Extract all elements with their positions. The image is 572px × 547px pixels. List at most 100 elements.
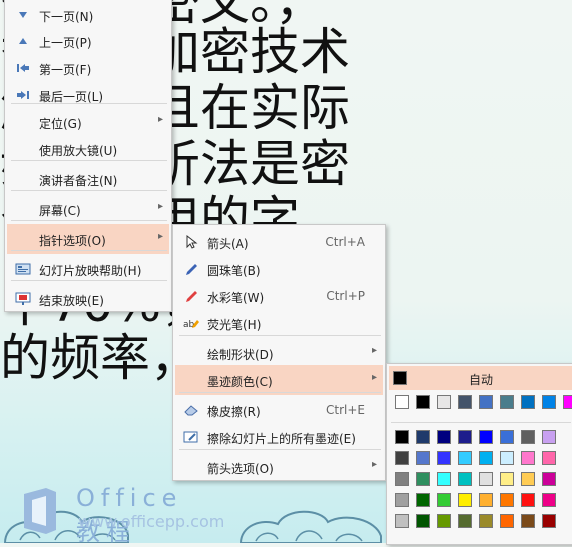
pointer-options-submenu: 箭头(A) Ctrl+A 圆珠笔(B) 水彩笔(W) Ctrl+P ab 荧光笔(H) 绘制形… <box>172 224 386 481</box>
menu-item-label: 结束放映(E) <box>39 294 104 308</box>
standard-color-swatch[interactable] <box>500 514 514 528</box>
submenu-arrow-icon: ▸ <box>371 345 377 356</box>
menu-separator <box>179 335 381 336</box>
standard-color-swatch[interactable] <box>521 472 535 486</box>
standard-color-swatch[interactable] <box>416 451 430 465</box>
theme-color-swatch[interactable] <box>395 395 409 409</box>
standard-color-swatch[interactable] <box>500 451 514 465</box>
pointer-menu-item-4[interactable]: 绘制形状(D) ▸ <box>175 338 383 368</box>
first-page-icon <box>15 61 31 75</box>
menu-item-label: 水彩笔(W) <box>207 291 265 305</box>
main-menu-item-4[interactable]: 定位(G) ▸ <box>7 107 169 137</box>
standard-color-swatch[interactable] <box>542 514 556 528</box>
ink-color-submenu: 自动 <box>386 363 572 545</box>
pointer-menu-item-1[interactable]: 圆珠笔(B) <box>175 254 383 284</box>
menu-separator <box>11 280 167 281</box>
standard-color-swatch[interactable] <box>395 472 409 486</box>
help-icon <box>15 262 31 276</box>
standard-color-swatch[interactable] <box>521 514 535 528</box>
standard-color-swatch[interactable] <box>458 451 472 465</box>
last-page-icon <box>15 88 31 102</box>
standard-color-swatch[interactable] <box>500 493 514 507</box>
submenu-arrow-icon: ▸ <box>371 372 377 383</box>
standard-color-swatch[interactable] <box>521 451 535 465</box>
standard-color-swatch[interactable] <box>437 430 451 444</box>
standard-color-swatch[interactable] <box>458 493 472 507</box>
highlighter-icon: ab <box>183 316 199 330</box>
standard-color-swatch[interactable] <box>458 472 472 486</box>
standard-color-swatch[interactable] <box>458 514 472 528</box>
menu-separator <box>11 250 167 251</box>
standard-color-swatch[interactable] <box>437 493 451 507</box>
pointer-menu-item-5[interactable]: 墨迹颜色(C) ▸ <box>175 365 383 395</box>
menu-separator <box>179 392 381 393</box>
submenu-arrow-icon: ▸ <box>157 231 163 242</box>
main-menu-item-2[interactable]: 第一页(F) <box>7 53 169 83</box>
theme-color-swatch[interactable] <box>500 395 514 409</box>
pointer-menu-item-7[interactable]: 擦除幻灯片上的所有墨迹(E) <box>175 422 383 452</box>
auto-color-swatch <box>393 371 407 385</box>
standard-color-swatch[interactable] <box>479 514 493 528</box>
standard-color-swatch[interactable] <box>479 493 493 507</box>
standard-color-swatch[interactable] <box>395 493 409 507</box>
standard-color-swatch[interactable] <box>542 451 556 465</box>
cloud-decoration-right <box>239 510 382 543</box>
menu-item-label: 箭头(A) <box>207 237 249 251</box>
auto-color-option[interactable]: 自动 <box>389 366 572 390</box>
standard-color-swatch[interactable] <box>521 493 535 507</box>
pointer-menu-item-0[interactable]: 箭头(A) Ctrl+A <box>175 227 383 257</box>
standard-color-swatch[interactable] <box>500 430 514 444</box>
standard-color-swatch[interactable] <box>395 430 409 444</box>
slideshow-context-menu: 下一页(N) 上一页(P) 第一页(F) 最后一页(L) 定位(G) ▸ 使用放大镜(U) 演… <box>4 0 172 312</box>
standard-color-swatch[interactable] <box>542 472 556 486</box>
standard-color-swatch[interactable] <box>500 472 514 486</box>
menu-separator <box>11 220 167 221</box>
standard-color-swatch[interactable] <box>395 451 409 465</box>
menu-item-label: 使用放大镜(U) <box>39 144 118 158</box>
standard-color-swatch[interactable] <box>479 472 493 486</box>
standard-color-swatch[interactable] <box>479 430 493 444</box>
standard-color-swatch[interactable] <box>542 493 556 507</box>
standard-color-swatch[interactable] <box>416 514 430 528</box>
menu-separator <box>11 103 167 104</box>
standard-color-swatch[interactable] <box>416 472 430 486</box>
theme-color-swatch[interactable] <box>458 395 472 409</box>
menu-item-shortcut: Ctrl+A <box>325 235 365 249</box>
menu-item-label: 绘制形状(D) <box>207 348 274 362</box>
menu-item-label: 擦除幻灯片上的所有墨迹(E) <box>207 432 356 446</box>
standard-color-swatch[interactable] <box>542 430 556 444</box>
menu-item-label: 橡皮擦(R) <box>207 405 261 419</box>
standard-color-swatch[interactable] <box>395 514 409 528</box>
menu-item-label: 墨迹颜色(C) <box>207 375 273 389</box>
submenu-arrow-icon: ▸ <box>157 201 163 212</box>
triangle-down-icon <box>15 8 31 22</box>
main-menu-item-1[interactable]: 上一页(P) <box>7 26 169 56</box>
menu-item-label: 荧光笔(H) <box>207 318 262 332</box>
main-menu-item-3[interactable]: 最后一页(L) <box>7 80 169 110</box>
standard-color-swatch[interactable] <box>458 430 472 444</box>
pointer-menu-item-3[interactable]: ab 荧光笔(H) <box>175 308 383 338</box>
theme-color-swatch[interactable] <box>521 395 535 409</box>
standard-color-swatch[interactable] <box>437 514 451 528</box>
standard-color-swatch[interactable] <box>521 430 535 444</box>
standard-color-swatch[interactable] <box>416 493 430 507</box>
theme-color-swatch[interactable] <box>542 395 556 409</box>
standard-color-swatch[interactable] <box>437 472 451 486</box>
submenu-arrow-icon: ▸ <box>371 459 377 470</box>
pointer-menu-item-6[interactable]: 橡皮擦(R) Ctrl+E <box>175 395 383 425</box>
standard-color-swatch[interactable] <box>437 451 451 465</box>
theme-color-swatch[interactable] <box>416 395 430 409</box>
theme-color-swatch[interactable] <box>437 395 451 409</box>
pointer-menu-item-8[interactable]: 箭头选项(O) ▸ <box>175 452 383 482</box>
menu-item-label: 屏幕(C) <box>39 204 81 218</box>
auto-color-label: 自动 <box>469 373 494 387</box>
eraser-icon <box>183 403 199 417</box>
standard-color-swatch[interactable] <box>416 430 430 444</box>
ballpoint-pen-icon <box>183 262 199 276</box>
end-show-icon <box>15 292 31 306</box>
pointer-menu-item-2[interactable]: 水彩笔(W) Ctrl+P <box>175 281 383 311</box>
theme-color-swatch[interactable] <box>479 395 493 409</box>
main-menu-item-10[interactable]: 结束放映(E) <box>7 284 169 314</box>
standard-color-swatch[interactable] <box>479 451 493 465</box>
theme-color-swatch[interactable] <box>563 395 572 409</box>
